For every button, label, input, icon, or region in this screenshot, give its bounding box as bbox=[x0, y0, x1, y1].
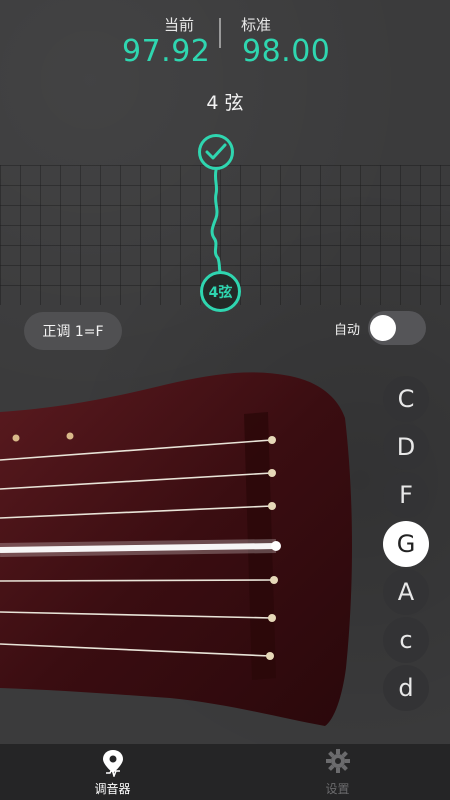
note-label: C bbox=[397, 385, 415, 413]
tab-tuner-label: 调音器 bbox=[94, 782, 131, 796]
string-badge: 4弦 bbox=[200, 271, 241, 312]
auto-toggle-knob bbox=[370, 315, 396, 341]
auto-label: 自动 bbox=[334, 323, 361, 338]
tuning-mode-button[interactable]: 正调 1=F bbox=[24, 312, 122, 350]
note-button-d[interactable]: D bbox=[383, 424, 429, 470]
note-button-g[interactable]: G bbox=[383, 521, 429, 567]
in-tune-indicator bbox=[198, 134, 234, 170]
note-label: A bbox=[397, 578, 415, 606]
note-label: c bbox=[399, 626, 413, 654]
note-button-c-high[interactable]: c bbox=[383, 617, 429, 663]
note-button-d-high[interactable]: d bbox=[383, 665, 429, 711]
note-label: D bbox=[396, 433, 416, 461]
tuner-pin-icon bbox=[102, 750, 123, 777]
note-button-a[interactable]: A bbox=[383, 569, 429, 615]
tab-settings-label: 设置 bbox=[325, 782, 350, 796]
check-icon bbox=[205, 143, 227, 160]
note-button-c[interactable]: C bbox=[383, 376, 429, 422]
note-label: d bbox=[398, 674, 414, 702]
tab-settings[interactable]: 设置 bbox=[225, 744, 450, 800]
note-button-f[interactable]: F bbox=[383, 472, 429, 518]
bottom-tab-bar: 调音器 设置 bbox=[0, 744, 450, 800]
tab-tuner[interactable]: 调音器 bbox=[0, 744, 225, 800]
gear-icon bbox=[325, 749, 350, 773]
note-label: G bbox=[396, 530, 416, 558]
auto-toggle[interactable] bbox=[368, 311, 426, 345]
auto-control: 自动 bbox=[320, 310, 426, 346]
note-label: F bbox=[399, 481, 413, 509]
